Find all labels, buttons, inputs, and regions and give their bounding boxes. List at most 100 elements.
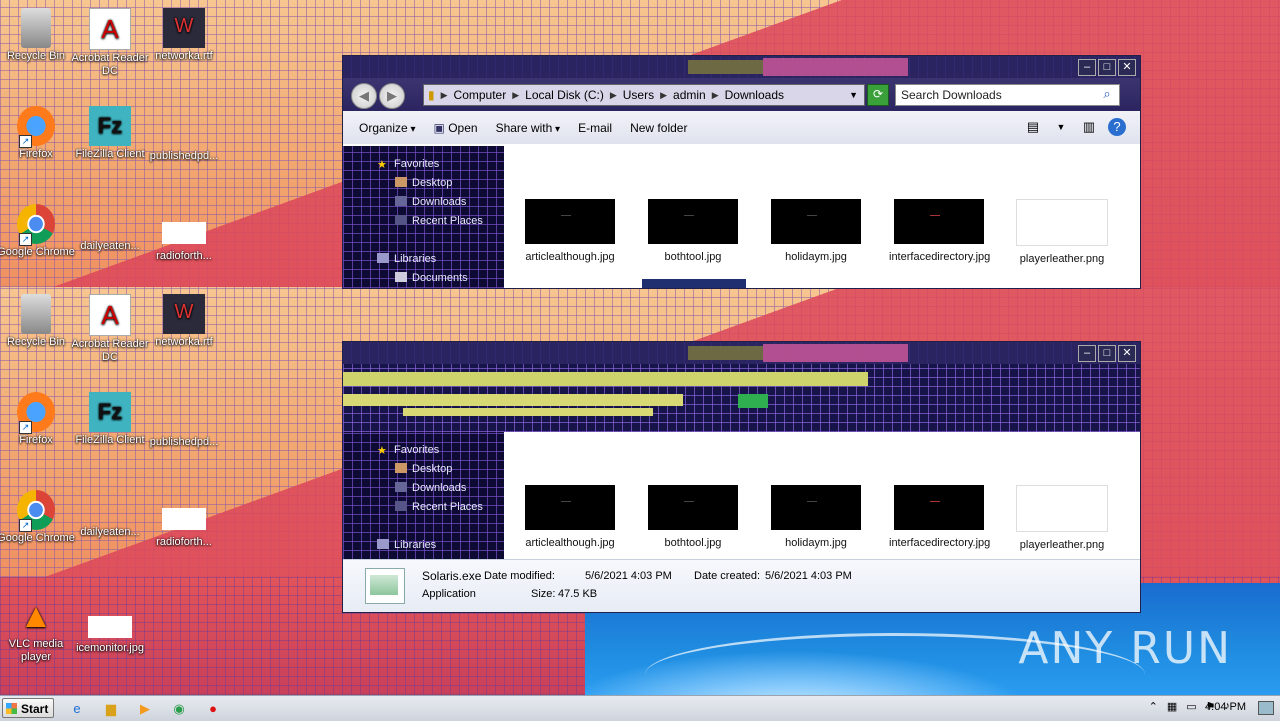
recycle-bin-icon <box>21 294 51 334</box>
file-item[interactable]: articlealthough.jpg <box>520 199 620 264</box>
details-size-value: 47.5 KB <box>558 588 598 600</box>
filezilla-icon: Fz <box>89 392 131 432</box>
nav-favorites[interactable]: ★ Favorites <box>377 444 439 457</box>
nav-libraries[interactable]: Libraries <box>377 539 436 551</box>
filezilla-icon: Fz <box>89 106 131 146</box>
file-item[interactable]: bothtool.jpg <box>643 485 743 550</box>
vlc-cone-icon: ▲ <box>19 597 53 635</box>
nav-downloads[interactable]: Downloads <box>395 482 466 494</box>
warning-icon[interactable]: ● <box>202 699 224 718</box>
chevron-up-icon[interactable]: ⌃ <box>1149 700 1158 713</box>
file-item[interactable]: bothtool.jpg <box>643 199 743 264</box>
nav-favorites[interactable]: ★ Favorites <box>377 158 439 171</box>
desktop-icon-vlc[interactable]: ▲ VLC media player <box>0 596 75 664</box>
desktop-icon-radioforth-2[interactable]: radioforth... <box>145 508 223 549</box>
file-item[interactable]: holidaym.jpg <box>766 199 866 264</box>
crumb-local-disk[interactable]: Local Disk (C:) <box>525 88 604 102</box>
forward-button[interactable]: ▶ <box>379 83 405 109</box>
file-item[interactable]: interfacedirectory.jpg <box>889 485 990 550</box>
desktop-icon-radioforth[interactable]: radioforth... <box>145 222 223 263</box>
nav-recent-places[interactable]: Recent Places <box>395 215 483 227</box>
explorer-window-copy[interactable]: – □ ✕ ★ Favorites Desktop Downloads Recen… <box>342 341 1141 613</box>
nav-documents[interactable]: Documents <box>395 272 468 284</box>
crumb-computer[interactable]: Computer <box>454 88 507 102</box>
minimize-button[interactable]: – <box>1078 345 1096 362</box>
nav-libraries[interactable]: Libraries <box>377 253 436 265</box>
title-bar[interactable]: – □ ✕ <box>343 342 1140 364</box>
image-thumbnail <box>525 485 615 530</box>
image-thumbnail <box>771 485 861 530</box>
chrome-icon[interactable]: ◉ <box>168 699 190 718</box>
change-view-icon[interactable]: ▤ <box>1024 118 1042 136</box>
minimize-button[interactable]: – <box>1078 59 1096 76</box>
internet-explorer-icon[interactable]: e <box>66 699 88 718</box>
title-bar[interactable]: – □ ✕ <box>343 56 1140 78</box>
desktop-icon-firefox[interactable]: ↗ Firefox <box>0 106 75 161</box>
network-icon[interactable]: ▭ <box>1186 700 1196 713</box>
chevron-down-icon[interactable]: ▼ <box>1052 118 1070 136</box>
keyboard-icon[interactable]: ▦ <box>1167 700 1177 713</box>
downloads-folder-icon <box>395 482 407 492</box>
explorer-window[interactable]: – □ ✕ ◀ ▶ ▮ ▶ Computer ▶ Local Disk (C:) ▶… <box>342 55 1141 289</box>
search-input[interactable]: Search Downloads ⌕ <box>895 84 1120 106</box>
close-button[interactable]: ✕ <box>1118 59 1136 76</box>
desktop-icon-firefox-2[interactable]: ↗ Firefox <box>0 392 75 447</box>
close-button[interactable]: ✕ <box>1118 345 1136 362</box>
file-item[interactable]: articlealthough.jpg <box>520 485 620 550</box>
crumb-users[interactable]: Users <box>623 88 654 102</box>
desktop-icon-filezilla-2[interactable]: Fz FileZilla Client <box>71 392 149 447</box>
share-with-button[interactable]: Share with <box>496 121 561 135</box>
crumb-downloads[interactable]: Downloads <box>725 88 784 102</box>
desktop-icon-icemonitor[interactable]: icemonitor.jpg <box>71 616 149 655</box>
refresh-button[interactable]: ⟳ <box>867 84 889 106</box>
maximize-button[interactable]: □ <box>1098 59 1116 76</box>
nav-recent-places[interactable]: Recent Places <box>395 501 483 513</box>
preview-pane-icon[interactable]: ▥ <box>1080 118 1098 136</box>
crumb-admin[interactable]: admin <box>673 88 706 102</box>
nav-desktop[interactable]: Desktop <box>395 463 452 475</box>
folder-icon[interactable]: ▆ <box>100 699 122 718</box>
new-folder-button[interactable]: New folder <box>630 121 687 135</box>
back-button[interactable]: ◀ <box>351 83 377 109</box>
search-icon[interactable]: ⌕ <box>1098 85 1116 103</box>
email-button[interactable]: E-mail <box>578 121 612 135</box>
desktop-icon-chrome-2[interactable]: ↗ Google Chrome <box>0 490 75 545</box>
details-type: Application <box>422 588 476 600</box>
file-list: articlealthough.jpg bothtool.jpg holiday… <box>506 432 1140 560</box>
chrome-icon: ↗ <box>17 490 55 532</box>
desktop-icon-publishedpd[interactable]: publishedpd... <box>145 150 223 163</box>
breadcrumb[interactable]: ▮ ▶ Computer ▶ Local Disk (C:) ▶ Users ▶ adm… <box>423 84 865 106</box>
file-item[interactable]: interfacedirectory.jpg <box>889 199 990 264</box>
desktop-icon-recycle-bin-2[interactable]: Recycle Bin <box>0 294 75 349</box>
file-item[interactable]: holidaym.jpg <box>766 485 866 550</box>
desktop-icon-acrobat-2[interactable]: A Acrobat Reader DC <box>71 294 149 364</box>
glitch-artifact <box>343 364 1140 432</box>
chevron-down-icon[interactable]: ▼ <box>849 90 858 100</box>
clock[interactable]: 4:04 PM <box>1205 701 1246 713</box>
desktop-icon-networka-2[interactable]: W networka.rtf <box>145 294 223 349</box>
documents-icon <box>395 272 407 282</box>
desktop-icon-dailyeaten[interactable]: dailyeaten... <box>71 240 149 253</box>
nav-desktop[interactable]: Desktop <box>395 177 452 189</box>
recycle-bin-icon <box>21 8 51 48</box>
desktop-icon-publishedpd-2[interactable]: publishedpd... <box>145 436 223 449</box>
file-item[interactable]: playerleather.png <box>1012 199 1112 266</box>
desktop-icon-dailyeaten-2[interactable]: dailyeaten... <box>71 526 149 539</box>
file-item[interactable]: playerleather.png <box>1012 485 1112 552</box>
desktop-icon-recycle-bin[interactable]: Recycle Bin <box>0 8 75 63</box>
desktop-icon-acrobat[interactable]: A Acrobat Reader DC <box>71 8 149 78</box>
maximize-button[interactable]: □ <box>1098 345 1116 362</box>
media-player-icon[interactable]: ▶ <box>134 699 156 718</box>
application-file-icon <box>365 568 405 604</box>
desktop-icon-chrome[interactable]: ↗ Google Chrome <box>0 204 75 259</box>
organize-button[interactable]: Organize <box>359 121 416 135</box>
desktop-icon-filezilla[interactable]: Fz FileZilla Client <box>71 106 149 161</box>
star-icon: ★ <box>377 445 387 457</box>
back-arrow-icon: ◀ <box>359 88 369 103</box>
open-button[interactable]: ▣ Open <box>434 121 478 135</box>
help-icon[interactable]: ? <box>1108 118 1126 136</box>
start-button[interactable]: Start <box>2 698 54 718</box>
desktop-icon-networka[interactable]: W networka.rtf <box>145 8 223 63</box>
nav-downloads[interactable]: Downloads <box>395 196 466 208</box>
show-desktop-button[interactable] <box>1258 701 1274 715</box>
